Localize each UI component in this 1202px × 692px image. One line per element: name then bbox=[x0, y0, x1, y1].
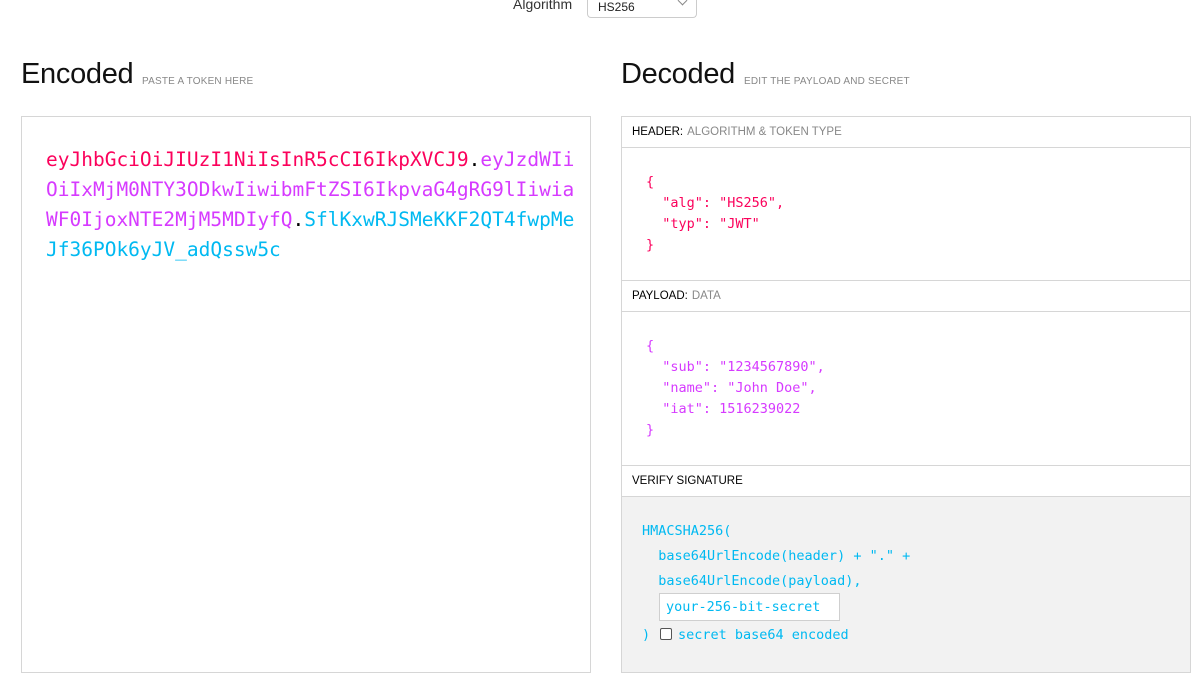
token-dot: . bbox=[468, 148, 481, 171]
header-section-title: HEADER: ALGORITHM & TOKEN TYPE bbox=[622, 117, 1190, 148]
payload-section-title: PAYLOAD: DATA bbox=[622, 281, 1190, 312]
decoded-title: Decoded bbox=[621, 58, 735, 90]
encoded-token-editor[interactable]: eyJhbGciOiJIUzI1NiIsInR5cCI6IkpXVCJ9.eyJ… bbox=[21, 116, 591, 673]
payload-section-label: PAYLOAD: bbox=[632, 290, 688, 302]
decoded-panel: HEADER: ALGORITHM & TOKEN TYPE { "alg": "… bbox=[621, 116, 1191, 673]
payload-section-muted: DATA bbox=[691, 290, 721, 302]
secret-input[interactable] bbox=[659, 593, 840, 621]
algorithm-select[interactable]: HS256 bbox=[587, 0, 697, 18]
header-section-muted: ALGORITHM & TOKEN TYPE bbox=[687, 126, 842, 138]
algorithm-row: Algorithm HS256 bbox=[0, 0, 1202, 20]
token-dot: . bbox=[292, 208, 305, 231]
encoded-title: Encoded bbox=[21, 58, 134, 90]
header-section-label: HEADER: bbox=[632, 126, 684, 138]
encoded-token-text[interactable]: eyJhbGciOiJIUzI1NiIsInR5cCI6IkpXVCJ9.eyJ… bbox=[46, 145, 576, 265]
encoded-subtitle: PASTE A TOKEN HERE bbox=[142, 76, 254, 87]
payload-json[interactable]: { "sub": "1234567890", "name": "John Doe… bbox=[646, 336, 825, 441]
secret-base64-label[interactable]: secret base64 encoded bbox=[678, 625, 849, 645]
decoded-subtitle: EDIT THE PAYLOAD AND SECRET bbox=[744, 76, 910, 87]
verify-section-title: VERIFY SIGNATURE bbox=[622, 466, 1190, 497]
header-json-editor[interactable]: { "alg": "HS256", "typ": "JWT" } bbox=[622, 148, 1190, 281]
chevron-down-icon bbox=[677, 0, 688, 6]
algorithm-selected-value: HS256 bbox=[598, 0, 635, 14]
verify-signature-body: HMACSHA256( base64UrlEncode(header) + ".… bbox=[622, 497, 1190, 672]
header-json[interactable]: { "alg": "HS256", "typ": "JWT" } bbox=[646, 172, 784, 256]
verify-code: HMACSHA256( base64UrlEncode(header) + ".… bbox=[642, 523, 911, 589]
verify-close-paren: ) bbox=[642, 627, 651, 643]
token-header-part: eyJhbGciOiJIUzI1NiIsInR5cCI6IkpXVCJ9 bbox=[46, 148, 469, 171]
algorithm-label: Algorithm bbox=[513, 0, 573, 12]
payload-json-editor[interactable]: { "sub": "1234567890", "name": "John Doe… bbox=[622, 312, 1190, 466]
secret-base64-checkbox[interactable] bbox=[660, 628, 672, 640]
verify-section-label: VERIFY SIGNATURE bbox=[632, 475, 743, 487]
